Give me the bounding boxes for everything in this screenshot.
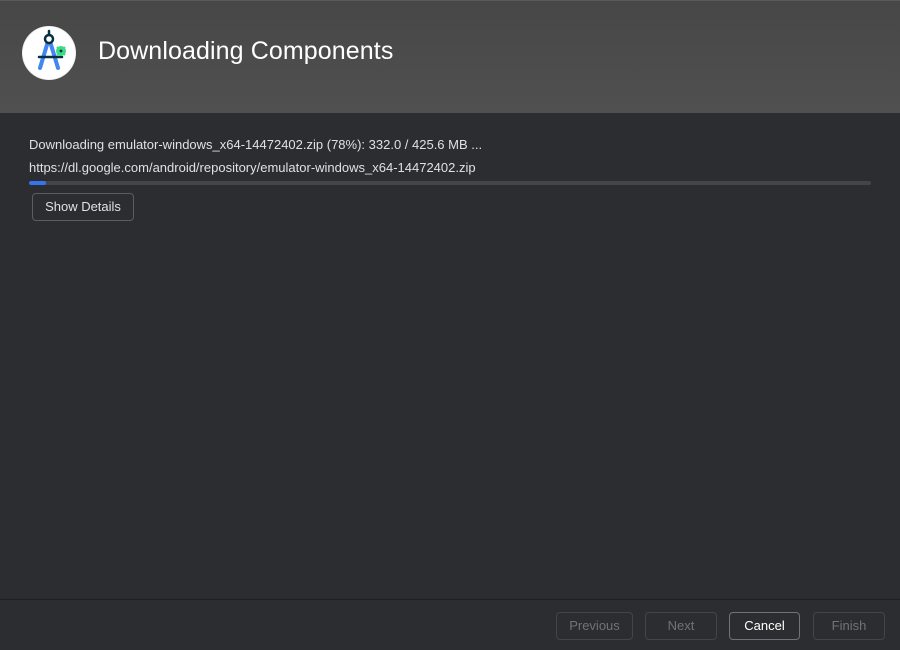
dialog-footer: Previous Next Cancel Finish — [0, 599, 900, 650]
download-url-text: https://dl.google.com/android/repository… — [29, 160, 476, 175]
page-title: Downloading Components — [98, 37, 394, 65]
next-button[interactable]: Next — [645, 612, 717, 640]
download-progress-fill — [29, 181, 46, 185]
dialog-header: Downloading Components — [0, 0, 900, 113]
android-studio-icon — [20, 24, 78, 82]
download-components-window: Downloading Components Downloading emula… — [0, 0, 900, 650]
dialog-content: Downloading emulator-windows_x64-1447240… — [0, 113, 900, 599]
finish-button[interactable]: Finish — [813, 612, 885, 640]
cancel-button[interactable]: Cancel — [729, 612, 800, 640]
previous-button[interactable]: Previous — [556, 612, 633, 640]
download-progress-bar — [29, 181, 871, 185]
show-details-button[interactable]: Show Details — [32, 193, 134, 221]
download-status-text: Downloading emulator-windows_x64-1447240… — [29, 137, 483, 152]
